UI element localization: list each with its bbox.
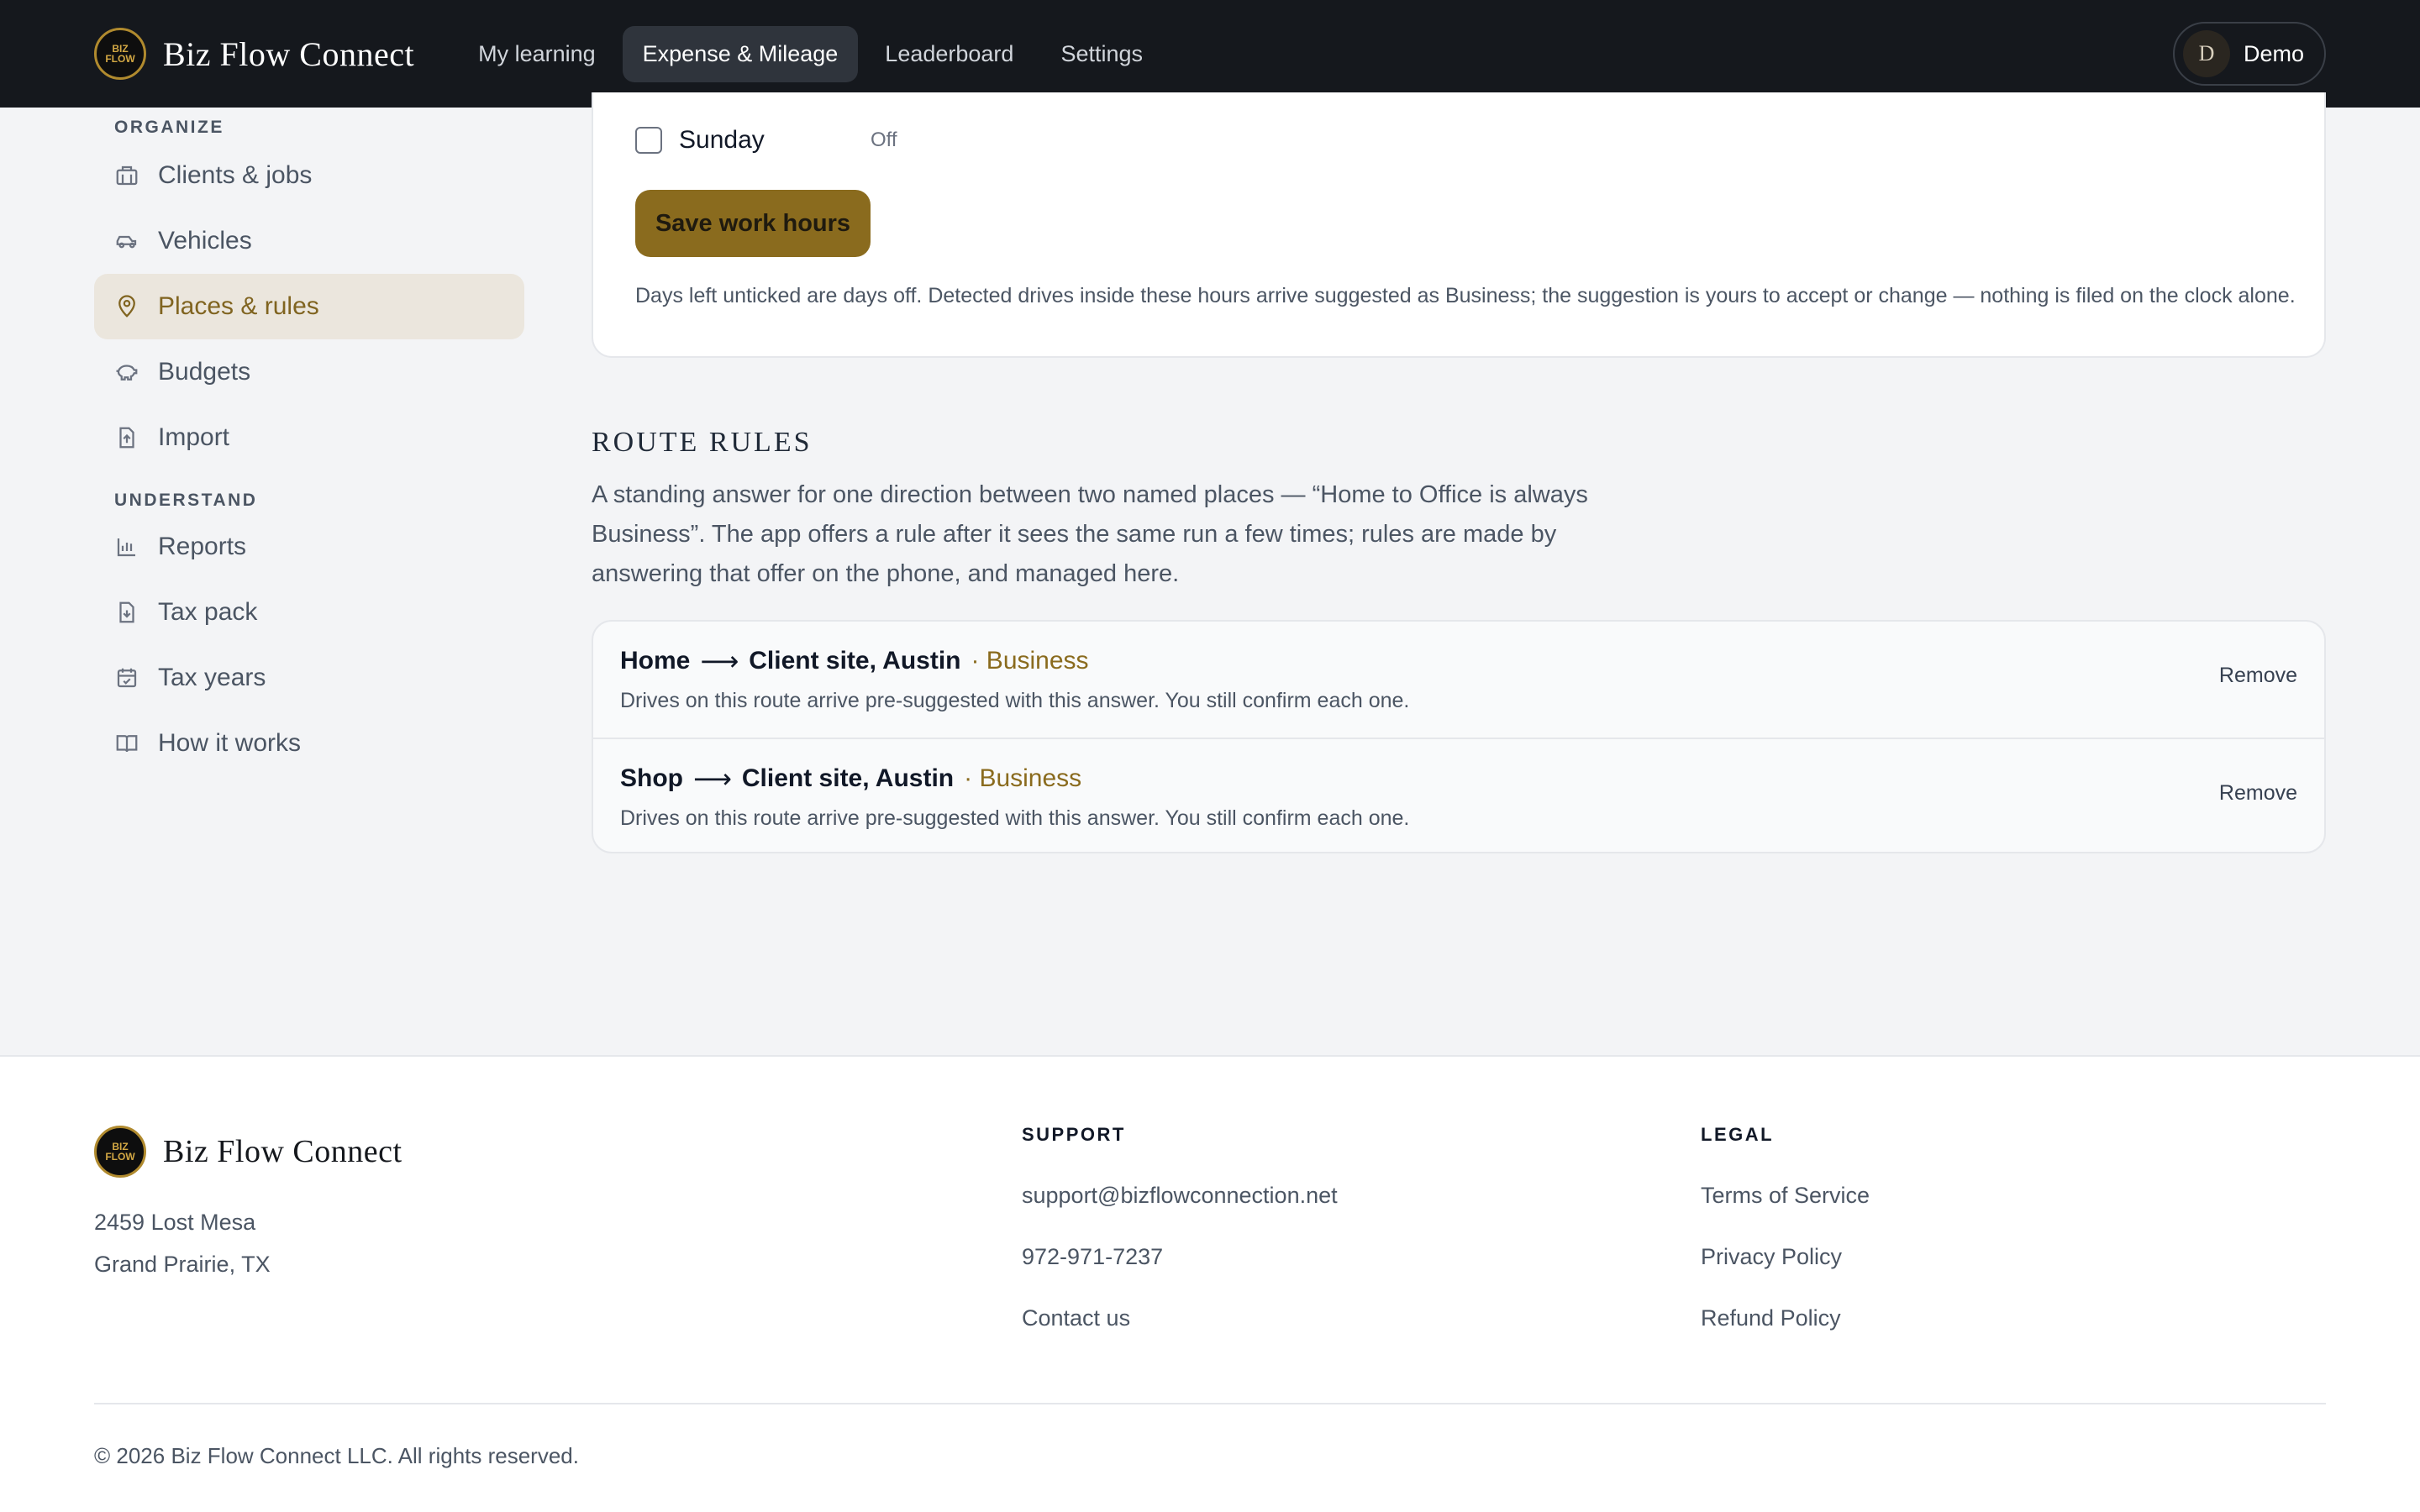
day-row-sunday: Sunday Off (635, 126, 897, 155)
top-nav-bar: BIZ FLOW Biz Flow Connect My learning Ex… (0, 0, 2420, 108)
rule-purpose-tag: · Business (964, 764, 1082, 792)
rule-from: Home (620, 647, 691, 675)
sidebar-item-label: Budgets (158, 358, 251, 386)
sidebar-item-clients-jobs[interactable]: Clients & jobs (94, 143, 524, 208)
footer-divider (94, 1403, 2326, 1404)
rule-description: Drives on this route arrive pre-suggeste… (620, 806, 1410, 830)
work-hours-note: Days left unticked are days off. Detecte… (635, 284, 2296, 307)
sidebar-item-label: Clients & jobs (158, 161, 313, 189)
file-upload-icon (119, 427, 134, 449)
nav-leaderboard[interactable]: Leaderboard (865, 26, 1034, 82)
brand[interactable]: BIZ FLOW Biz Flow Connect (94, 28, 414, 80)
sidebar-item-label: Vehicles (158, 227, 252, 255)
sidebar-item-vehicles[interactable]: Vehicles (94, 208, 524, 274)
privacy-link[interactable]: Privacy Policy (1701, 1244, 1870, 1270)
work-hours-card: Sunday Off Save work hours Days left unt… (592, 92, 2326, 358)
footer-support-column: SUPPORT support@bizflowconnection.net 97… (1022, 1124, 1338, 1331)
file-download-icon (119, 601, 134, 623)
sidebar-item-tax-years[interactable]: Tax years (94, 645, 524, 711)
user-menu-button[interactable]: D Demo (2172, 22, 2326, 86)
rule-description: Drives on this route arrive pre-suggeste… (620, 689, 1410, 712)
sidebar-item-reports[interactable]: Reports (94, 514, 524, 580)
avatar: D (2182, 30, 2230, 77)
sidebar-item-label: How it works (158, 729, 302, 757)
book-icon (116, 735, 138, 753)
rule-to: Client site, Austin (749, 647, 961, 675)
footer-legal-heading: LEGAL (1701, 1124, 1775, 1145)
copyright: © 2026 Biz Flow Connect LLC. All rights … (94, 1443, 579, 1468)
map-pin-icon (118, 295, 135, 318)
sidebar-heading-organize: ORGANIZE (114, 118, 224, 137)
logo: BIZ FLOW (94, 28, 146, 80)
day-checkbox[interactable] (635, 127, 662, 154)
remove-rule-button[interactable]: Remove (2219, 664, 2297, 688)
arrow-right-icon: ⟶ (693, 764, 732, 794)
sidebar: ORGANIZE Clients & jobs Vehicles Places … (94, 108, 524, 776)
save-work-hours-button[interactable]: Save work hours (635, 190, 871, 257)
refund-link[interactable]: Refund Policy (1701, 1305, 1870, 1331)
footer-address: 2459 Lost Mesa Grand Prairie, TX (94, 1201, 271, 1285)
route-rules-title: ROUTE RULES (592, 427, 813, 458)
support-phone-link[interactable]: 972-971-7237 (1022, 1244, 1338, 1270)
footer-legal-column: LEGAL Terms of Service Privacy Policy Re… (1701, 1124, 1870, 1331)
sidebar-item-label: Tax pack (158, 598, 258, 626)
calendar-icon (117, 668, 137, 688)
list-item: Home ⟶ Client site, Austin · Business Dr… (593, 622, 2324, 738)
day-label: Sunday (679, 126, 765, 154)
rule-title: Shop ⟶ Client site, Austin · Business (620, 763, 2297, 795)
car-icon (116, 235, 137, 249)
support-email-link[interactable]: support@bizflowconnection.net (1022, 1183, 1338, 1209)
sidebar-item-label: Reports (158, 533, 247, 560)
sidebar-item-budgets[interactable]: Budgets (94, 339, 524, 405)
user-name: Demo (2243, 40, 2304, 66)
sidebar-item-places-rules[interactable]: Places & rules (94, 274, 524, 339)
footer: BIZ FLOW Biz Flow Connect 2459 Lost Mesa… (0, 1055, 2420, 1512)
sidebar-item-label: Places & rules (158, 292, 319, 320)
briefcase-icon (116, 165, 138, 186)
nav-expense-mileage[interactable]: Expense & Mileage (622, 25, 859, 82)
sidebar-item-import[interactable]: Import (94, 405, 524, 470)
contact-us-link[interactable]: Contact us (1022, 1305, 1338, 1331)
piggy-bank-icon (116, 365, 138, 381)
address-line: 2459 Lost Mesa (94, 1210, 256, 1235)
nav-my-learning[interactable]: My learning (458, 26, 616, 82)
terms-link[interactable]: Terms of Service (1701, 1183, 1870, 1209)
logo: BIZ FLOW (94, 1126, 146, 1178)
sidebar-item-label: Import (158, 423, 230, 451)
sidebar-item-label: Tax years (158, 664, 266, 691)
list-item: Shop ⟶ Client site, Austin · Business Dr… (593, 738, 2324, 852)
sidebar-item-tax-pack[interactable]: Tax pack (94, 580, 524, 645)
route-rules-list: Home ⟶ Client site, Austin · Business Dr… (592, 620, 2326, 853)
nav-settings[interactable]: Settings (1040, 26, 1163, 82)
bar-chart-icon (117, 538, 135, 557)
rule-title: Home ⟶ Client site, Austin · Business (620, 645, 2297, 677)
address-line: Grand Prairie, TX (94, 1252, 271, 1277)
main-nav: My learning Expense & Mileage Leaderboar… (458, 25, 1163, 82)
sidebar-item-how-it-works[interactable]: How it works (94, 711, 524, 776)
arrow-right-icon: ⟶ (700, 646, 739, 676)
brand-name: Biz Flow Connect (163, 34, 415, 73)
remove-rule-button[interactable]: Remove (2219, 781, 2297, 806)
footer-brand-name: Biz Flow Connect (163, 1134, 402, 1169)
rule-to: Client site, Austin (741, 764, 955, 792)
day-status: Off (871, 129, 897, 151)
footer-support-heading: SUPPORT (1022, 1124, 1126, 1145)
sidebar-heading-understand: UNDERSTAND (114, 491, 258, 510)
route-rules-description: A standing answer for one direction betw… (592, 481, 1588, 587)
rule-from: Shop (620, 764, 683, 792)
rule-purpose-tag: · Business (971, 647, 1089, 675)
footer-brand[interactable]: BIZ FLOW Biz Flow Connect (94, 1126, 402, 1178)
